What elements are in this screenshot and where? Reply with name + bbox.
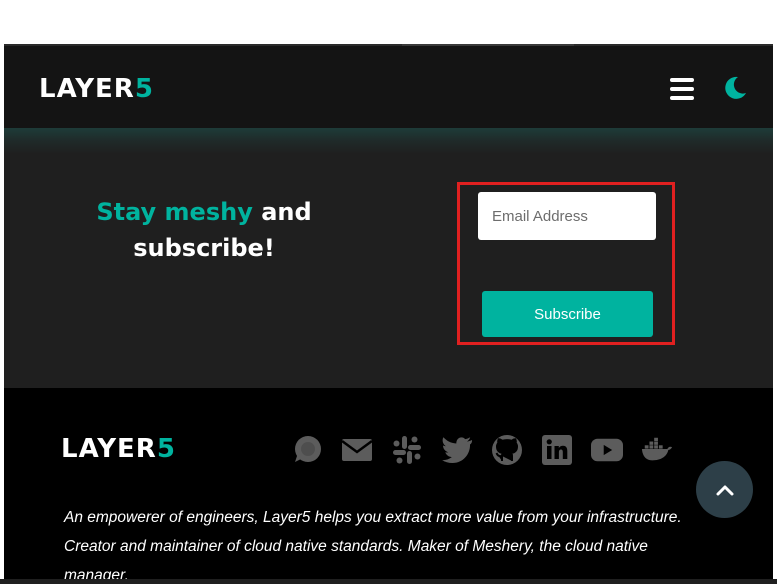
moon-icon[interactable]: [720, 74, 748, 102]
footer-logo-text: LAYER5: [61, 434, 176, 464]
linkedin-icon[interactable]: [541, 434, 573, 466]
subscribe-section: Stay meshy and subscribe! Subscribe: [4, 128, 773, 388]
scroll-to-top-button[interactable]: [696, 461, 753, 518]
hamburger-icon[interactable]: [670, 78, 694, 100]
bottom-strip: [0, 579, 777, 584]
discuss-icon[interactable]: [291, 434, 323, 466]
footer: LAYER5 An empowerer of engineers, Layer5…: [4, 388, 773, 584]
top-navbar: LAYER5: [4, 44, 773, 130]
mail-icon[interactable]: [341, 434, 373, 466]
subscribe-button[interactable]: Subscribe: [482, 291, 653, 337]
chevron-up-icon: [716, 485, 733, 495]
twitter-icon[interactable]: [441, 434, 473, 466]
social-links: [291, 434, 673, 466]
email-field[interactable]: [478, 192, 656, 240]
footer-description: An empowerer of engineers, Layer5 helps …: [64, 509, 682, 584]
youtube-icon[interactable]: [591, 434, 623, 466]
subscribe-headline: Stay meshy and subscribe!: [96, 198, 312, 262]
page-frame: LAYER5 Stay meshy and subscribe! Subscri…: [4, 44, 773, 584]
slack-icon[interactable]: [391, 434, 423, 466]
logo-text: LAYER5: [39, 74, 154, 104]
docker-icon[interactable]: [641, 434, 673, 466]
divider: [402, 44, 574, 46]
github-icon[interactable]: [491, 434, 523, 466]
layer5-logo[interactable]: LAYER5: [39, 76, 154, 102]
footer-layer5-logo[interactable]: LAYER5: [61, 436, 176, 462]
